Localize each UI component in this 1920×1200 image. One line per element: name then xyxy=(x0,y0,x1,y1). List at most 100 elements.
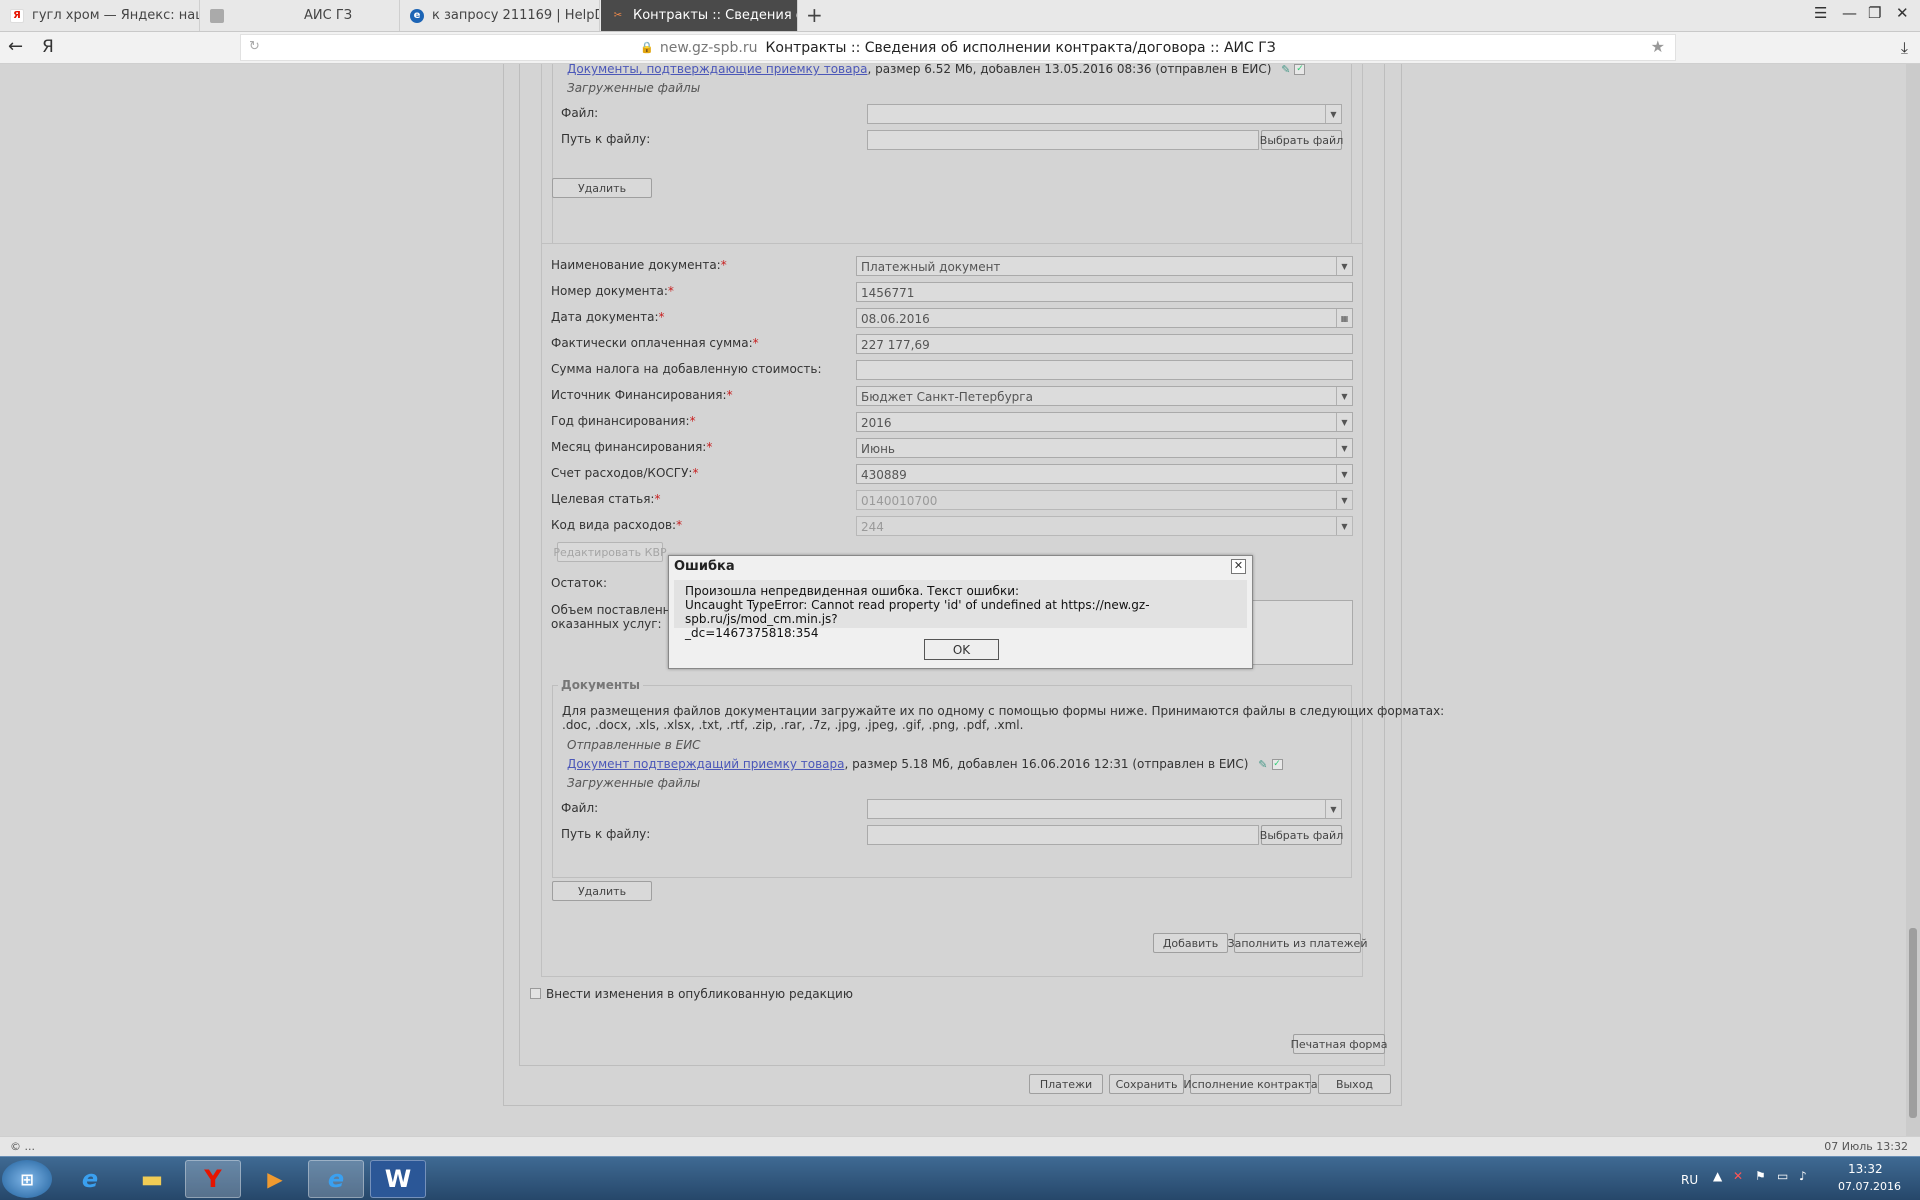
field-label: Год финансирования:* xyxy=(551,414,696,428)
start-button-icon[interactable]: ⊞ xyxy=(2,1160,52,1198)
url-field[interactable]: ↻ 🔒 new.gz-spb.ru Контракты :: Сведения … xyxy=(240,34,1676,61)
file-explorer-icon[interactable]: ▬ xyxy=(124,1160,180,1198)
publish-changes-label: Внести изменения в опубликованную редакц… xyxy=(546,987,853,1001)
add-button[interactable]: Добавить xyxy=(1153,933,1228,953)
uploaded-files-label: Загруженные файлы xyxy=(567,776,701,790)
yandex-icon: Я xyxy=(10,8,24,23)
funding-source-select[interactable]: Бюджет Санкт-Петербурга ▼ xyxy=(856,386,1353,406)
chevron-down-icon: ▼ xyxy=(1336,465,1352,483)
internet-explorer-icon[interactable]: e xyxy=(308,1160,364,1198)
close-window-icon[interactable]: ✕ xyxy=(1896,4,1909,22)
dialog-title: Ошибка xyxy=(674,559,735,574)
back-arrow-icon[interactable]: ← xyxy=(8,36,23,57)
vat-amount-input[interactable] xyxy=(856,360,1353,380)
close-icon[interactable]: ✕ xyxy=(1231,559,1246,574)
minimize-icon[interactable]: — xyxy=(1842,4,1857,22)
document-link[interactable]: Документы, подтверждающие приемку товара xyxy=(567,64,867,76)
chevron-down-icon: ▼ xyxy=(1336,257,1352,275)
file-path-label: Путь к файлу: xyxy=(561,132,651,146)
exit-button[interactable]: Выход xyxy=(1318,1074,1391,1094)
bookmark-star-icon[interactable]: ★ xyxy=(1651,37,1665,56)
field-label: Наименование документа:* xyxy=(551,258,727,272)
menu-icon[interactable]: ☰ xyxy=(1814,4,1827,22)
page-scrollbar[interactable] xyxy=(1906,64,1920,1136)
field-label: Код вида расходов:* xyxy=(551,518,683,532)
download-icon[interactable]: ⤓ xyxy=(1901,38,1908,58)
file-path-label: Путь к файлу: xyxy=(561,827,651,841)
reload-icon[interactable]: ↻ xyxy=(249,39,260,54)
chevron-down-icon: ▼ xyxy=(1325,105,1341,123)
field-label: Фактически оплаченная сумма:* xyxy=(551,336,759,350)
tab-label: гугл хром — Яндекс: нашлось xyxy=(32,8,199,23)
file-path-input[interactable] xyxy=(867,130,1259,150)
paid-amount-input[interactable]: 227 177,69 xyxy=(856,334,1353,354)
save-button[interactable]: Сохранить xyxy=(1109,1074,1184,1094)
flag-icon[interactable]: ⚑ xyxy=(1755,1169,1766,1183)
network-warning-icon[interactable]: ✕ xyxy=(1733,1169,1743,1183)
chevron-down-icon: ▼ xyxy=(1325,800,1341,818)
delete-button[interactable]: Удалить xyxy=(552,178,652,198)
scrollbar-thumb[interactable] xyxy=(1909,928,1917,1118)
yandex-browser-icon[interactable]: Y xyxy=(185,1160,241,1198)
message-line: _dc=1467375818:354 xyxy=(685,626,819,640)
publish-changes-checkbox[interactable] xyxy=(530,988,541,999)
dialog-message: Произошла непредвиденная ошибка. Текст о… xyxy=(674,580,1247,640)
yandex-logo-icon[interactable]: Я xyxy=(42,37,54,57)
ok-button[interactable]: OK xyxy=(924,639,999,660)
document-number-input[interactable]: 1456771 xyxy=(856,282,1353,302)
calendar-icon[interactable]: ▦ xyxy=(1336,309,1352,327)
signature-icon[interactable]: ✎ xyxy=(1281,64,1290,76)
word-icon[interactable]: W xyxy=(370,1160,426,1198)
volume-icon[interactable]: ♪ xyxy=(1799,1169,1807,1183)
tab-contracts[interactable]: ✂ Контракты :: Сведения о ✕ xyxy=(601,0,798,31)
chevron-down-icon: ▼ xyxy=(1336,439,1352,457)
document-date-input[interactable]: 08.06.2016 ▦ xyxy=(856,308,1353,328)
internet-explorer-icon[interactable]: e xyxy=(62,1160,118,1198)
choose-file-button[interactable]: Выбрать файл xyxy=(1260,825,1343,845)
payments-button[interactable]: Платежи xyxy=(1029,1074,1103,1094)
tab-ais-gz[interactable]: АИС ГЗ xyxy=(200,0,400,31)
chevron-down-icon: ▼ xyxy=(1336,387,1352,405)
new-tab-button[interactable]: + xyxy=(806,3,823,27)
upload-hint-line2: .doc, .docx, .xls, .xlsx, .txt, .rtf, .z… xyxy=(562,718,1024,732)
url-domain: new.gz-spb.ru xyxy=(659,39,758,56)
file-label: Файл: xyxy=(561,801,599,815)
documents-legend: Документы xyxy=(558,678,643,692)
sent-to-eis-label: Отправленные в ЕИС xyxy=(567,738,701,752)
tab-helpdesk[interactable]: e к запросу 211169 | HelpDesk xyxy=(400,0,600,31)
windows-taskbar: ⊞ e ▬ Y ▶ e W RU ▲ ✕ ⚑ ▭ ♪ 13:32 07.07.2… xyxy=(0,1156,1920,1200)
language-indicator[interactable]: RU xyxy=(1681,1173,1698,1187)
choose-file-button[interactable]: Выбрать файл xyxy=(1260,130,1343,150)
field-label: Целевая статья:* xyxy=(551,492,661,506)
funding-month-select[interactable]: Июнь ▼ xyxy=(856,438,1353,458)
tab-yandex-search[interactable]: Я гугл хром — Яндекс: нашлось xyxy=(0,0,200,31)
error-dialog: Ошибка ✕ Произошла непредвиденная ошибка… xyxy=(668,555,1253,669)
status-bar: © ... 07 Июль 13:32 xyxy=(0,1136,1920,1156)
file-select[interactable]: ▼ xyxy=(867,799,1342,819)
signature-icon[interactable]: ✎ xyxy=(1258,758,1267,771)
sent-check-icon: ✓ xyxy=(1271,759,1283,770)
document-name-select[interactable]: Платежный документ ▼ xyxy=(856,256,1353,276)
document-link[interactable]: Документ подтверждащий приемку товара xyxy=(567,757,844,771)
tray-arrow-icon[interactable]: ▲ xyxy=(1713,1169,1722,1183)
restore-icon[interactable]: ❐ xyxy=(1868,4,1881,22)
funding-year-select[interactable]: 2016 ▼ xyxy=(856,412,1353,432)
expense-account-select[interactable]: 430889 ▼ xyxy=(856,464,1353,484)
clock-time[interactable]: 13:32 xyxy=(1848,1162,1883,1176)
media-player-icon[interactable]: ▶ xyxy=(247,1160,303,1198)
field-label: Источник Финансирования:* xyxy=(551,388,733,402)
file-path-input[interactable] xyxy=(867,825,1259,845)
clock-date[interactable]: 07.07.2016 xyxy=(1838,1180,1901,1193)
monitor-icon[interactable]: ▭ xyxy=(1777,1169,1788,1183)
field-label: Дата документа:* xyxy=(551,310,665,324)
contract-execution-button[interactable]: Исполнение контракта xyxy=(1183,1074,1318,1094)
print-form-button[interactable]: Печатная форма xyxy=(1291,1034,1387,1054)
field-label: Месяц финансирования:* xyxy=(551,440,713,454)
file-label: Файл: xyxy=(561,106,599,120)
file-select[interactable]: ▼ xyxy=(867,104,1342,124)
tab-label: АИС ГЗ xyxy=(304,8,353,23)
fill-from-payments-button[interactable]: Заполнить из платежей xyxy=(1228,933,1367,953)
delete-button[interactable]: Удалить xyxy=(552,881,652,901)
chevron-down-icon: ▼ xyxy=(1336,491,1352,509)
tab-label: Контракты :: Сведения о xyxy=(633,8,798,23)
